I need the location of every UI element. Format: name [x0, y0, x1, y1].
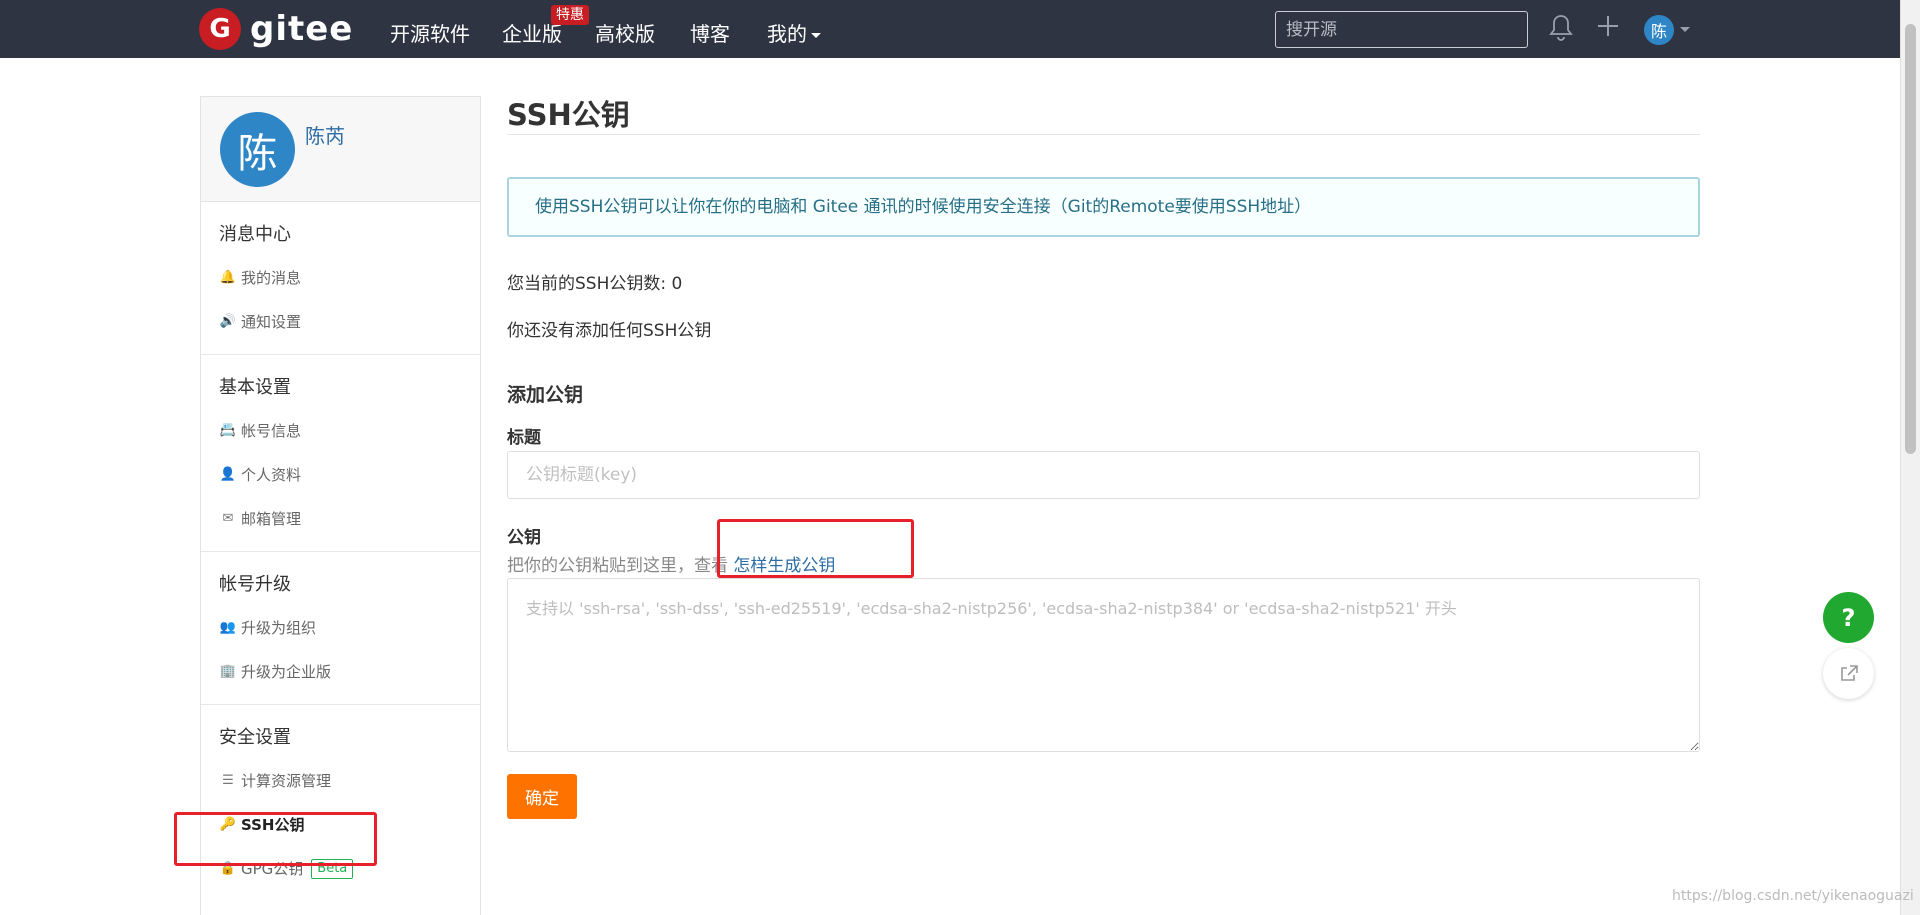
key-title-label: 标题 [507, 428, 541, 448]
speaker-icon: 🔊 [219, 314, 237, 329]
plus-icon[interactable] [1593, 14, 1623, 44]
sidebar-item-email[interactable]: ✉ 邮箱管理 [201, 497, 480, 541]
external-link-icon [1840, 664, 1858, 681]
scrollbar-thumb[interactable] [1905, 24, 1916, 454]
sidebar-item-label: 邮箱管理 [241, 510, 302, 528]
user-avatar-menu[interactable]: 陈 [1644, 15, 1674, 45]
add-key-heading: 添加公钥 [507, 384, 584, 406]
sidebar-section-title: 消息中心 [219, 224, 291, 245]
chevron-down-icon[interactable] [1680, 27, 1690, 32]
bell-icon[interactable] [1546, 14, 1576, 44]
sidebar-item-my-messages[interactable]: 🔔 我的消息 [201, 256, 480, 300]
nav-education[interactable]: 高校版 [595, 18, 655, 47]
search-input[interactable] [1275, 11, 1528, 48]
sidebar-item-upgrade-org[interactable]: 👥 升级为组织 [201, 606, 480, 650]
ssh-key-count: 您当前的SSH公钥数: 0 [507, 274, 683, 294]
server-icon: ☰ [222, 773, 234, 788]
external-link-button[interactable] [1823, 648, 1874, 699]
watermark: https://blog.csdn.net/yikenaoguazi [1672, 888, 1914, 904]
page-title: SSH公钥 [507, 98, 630, 132]
nav-open-source[interactable]: 开源软件 [390, 18, 470, 47]
user-icon: 👤 [219, 467, 237, 482]
help-button[interactable]: ? [1823, 592, 1874, 643]
sidebar-item-label: 升级为企业版 [241, 663, 332, 681]
key-title-input[interactable] [507, 451, 1700, 499]
gitee-logo-icon: G [199, 8, 241, 50]
top-navbar: G gitee 开源软件 企业版 特惠 高校版 博客 我的 陈 [0, 0, 1900, 58]
sidebar-item-notification-settings[interactable]: 🔊 通知设置 [201, 300, 480, 344]
public-key-textarea[interactable] [507, 578, 1700, 752]
sidebar-item-profile[interactable]: 👤 个人资料 [201, 453, 480, 497]
submit-button[interactable]: 确定 [507, 774, 577, 819]
id-card-icon: 📇 [219, 423, 237, 438]
annotation-box-ssh [174, 812, 377, 866]
bell-icon: 🔔 [219, 270, 237, 285]
sidebar-item-account-info[interactable]: 📇 帐号信息 [201, 409, 480, 453]
sidebar-item-label: 我的消息 [241, 269, 302, 287]
sidebar-section-title: 帐号升级 [219, 574, 291, 595]
group-icon: 👥 [219, 620, 237, 635]
gitee-logo[interactable]: G gitee [199, 8, 353, 50]
gitee-logo-text: gitee [250, 9, 354, 49]
info-message: 使用SSH公钥可以让你在你的电脑和 Gitee 通讯的时候使用安全连接（Git的… [507, 177, 1700, 237]
nav-mine[interactable]: 我的 [767, 18, 821, 47]
sidebar-section-upgrade: 帐号升级 👥 升级为组织 🏢 升级为企业版 [201, 552, 480, 705]
sidebar-section-basic: 基本设置 📇 帐号信息 👤 个人资料 ✉ 邮箱管理 [201, 355, 480, 552]
sidebar-section-messages: 消息中心 🔔 我的消息 🔊 通知设置 [201, 202, 480, 355]
public-key-label: 公钥 [507, 528, 541, 548]
nav-mine-label: 我的 [767, 22, 807, 46]
public-key-hint-text: 把你的公钥粘贴到这里，查看 [507, 556, 734, 576]
sidebar-section-security: 安全设置 ☰ 计算资源管理 🔑 SSH公钥 🔒 GPG公钥 Beta [201, 705, 480, 901]
sidebar-item-label: 升级为组织 [241, 619, 317, 637]
profile-name-link[interactable]: 陈芮 [305, 120, 345, 149]
enterprise-promo-badge: 特惠 [551, 5, 589, 25]
sidebar-item-label: 通知设置 [241, 313, 302, 331]
sidebar-item-label: 计算资源管理 [241, 772, 332, 790]
empty-keys-message: 你还没有添加任何SSH公钥 [507, 321, 712, 341]
annotation-box-link [717, 519, 914, 578]
title-divider [507, 134, 1700, 135]
sidebar-section-title: 安全设置 [219, 727, 291, 748]
sidebar-section-title: 基本设置 [219, 377, 291, 398]
profile-header: 陈 陈芮 [201, 97, 480, 202]
page-scrollbar[interactable] [1900, 0, 1920, 915]
avatar[interactable]: 陈 [220, 112, 295, 187]
nav-blog[interactable]: 博客 [690, 18, 730, 47]
sidebar-item-compute-resources[interactable]: ☰ 计算资源管理 [201, 759, 480, 803]
sidebar-item-label: 个人资料 [241, 466, 302, 484]
settings-sidebar: 陈 陈芮 消息中心 🔔 我的消息 🔊 通知设置 基本设置 📇 帐号信息 👤 个人… [200, 96, 481, 915]
chevron-down-icon [811, 33, 821, 38]
sidebar-item-upgrade-enterprise[interactable]: 🏢 升级为企业版 [201, 650, 480, 694]
envelope-icon: ✉ [222, 511, 234, 526]
sidebar-item-label: 帐号信息 [241, 422, 302, 440]
building-icon: 🏢 [219, 664, 237, 679]
